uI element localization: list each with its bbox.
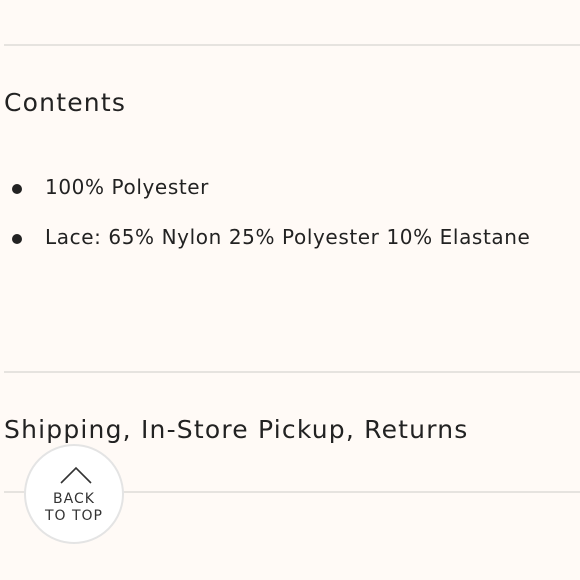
list-item-text: Lace: 65% Nylon 25% Polyester 10% Elasta…: [45, 225, 531, 249]
section-divider-top: [4, 44, 580, 46]
section-divider-middle: [4, 371, 580, 373]
contents-section-title[interactable]: Contents: [4, 88, 126, 117]
bullet-icon: [12, 234, 22, 244]
back-to-top-label-line2: TO TOP: [44, 508, 104, 524]
shipping-section-title[interactable]: Shipping, In-Store Pickup, Returns: [4, 415, 469, 444]
back-to-top-button[interactable]: BACK TO TOP: [24, 444, 124, 544]
chevron-up-icon: [60, 466, 92, 484]
back-to-top-label-line1: BACK: [53, 491, 95, 507]
bullet-icon: [12, 184, 22, 194]
list-item-text: 100% Polyester: [45, 175, 210, 199]
